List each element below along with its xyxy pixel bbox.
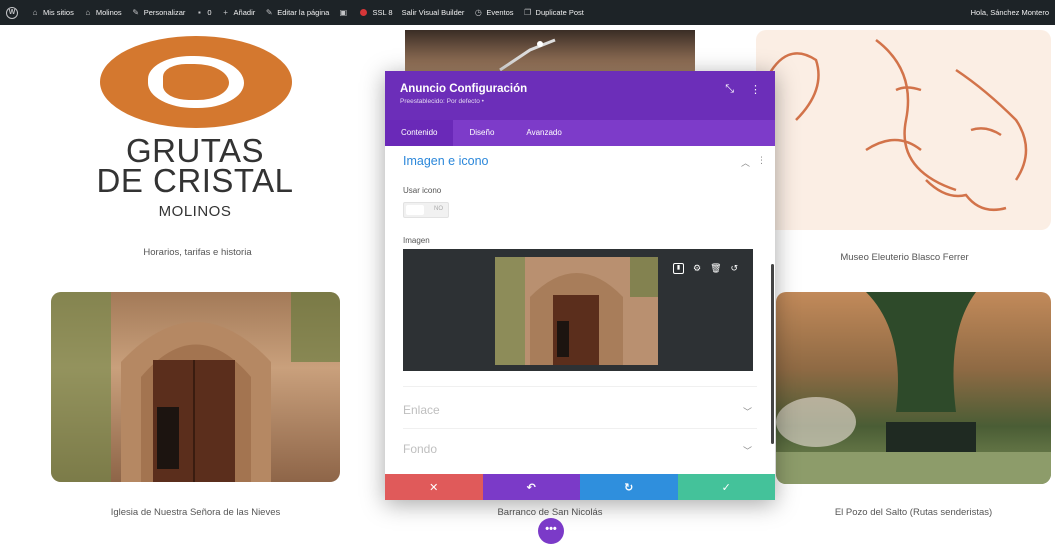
admin-user-greeting[interactable]: Hola, Sánchez Montero: [971, 0, 1049, 25]
sketch-face-drawing: [764, 39, 1028, 212]
modal-body: Imagen e icono ︿ ⋮ Usar icono NO Imagen …: [385, 146, 775, 476]
church-portal-drawing: [51, 292, 340, 482]
modal-header[interactable]: Anuncio Configuración Preestablecido: Po…: [385, 71, 775, 120]
expand-icon[interactable]: ⤡: [725, 83, 734, 96]
modal-tabs: Contenido Diseño Avanzado: [385, 120, 775, 146]
image-upload-area[interactable]: ▮ ⚙ 🗑 ↺: [403, 249, 753, 371]
admin-item-eventos[interactable]: ◷ Eventos: [473, 7, 514, 18]
cache-icon: ▣: [339, 7, 348, 17]
section-divider: [403, 428, 757, 429]
redo-button[interactable]: ↻: [580, 474, 678, 500]
caption-iglesia[interactable]: Iglesia de Nuestra Señora de las Nieves: [51, 507, 340, 518]
logo-text-line3: MOLINOS: [158, 203, 232, 220]
calendar-icon: ◷: [474, 7, 482, 17]
tab-diseno[interactable]: Diseño: [453, 120, 510, 146]
home-icon: ⌂: [85, 7, 91, 17]
pencil-icon: ✎: [265, 7, 273, 17]
plus-icon: +: [223, 7, 228, 17]
modal-scrollbar[interactable]: [771, 264, 774, 444]
image-preview[interactable]: [495, 257, 658, 365]
comment-icon: ▪: [197, 7, 201, 17]
module-settings-modal: Anuncio Configuración Preestablecido: Po…: [385, 71, 775, 500]
section-fondo-title[interactable]: Fondo: [403, 442, 437, 456]
reset-undo-icon[interactable]: ↺: [731, 263, 739, 274]
waterfall-drawing: [776, 292, 1051, 484]
caption-museo[interactable]: Museo Eleuterio Blasco Ferrer: [772, 252, 1037, 263]
admin-item-comments[interactable]: ▪ 0: [194, 7, 212, 18]
save-button[interactable]: ✓: [677, 474, 775, 500]
tab-avanzado[interactable]: Avanzado: [510, 120, 577, 146]
image-label: Imagen: [403, 236, 430, 245]
admin-item-molinos[interactable]: ⌂ Molinos: [83, 7, 121, 18]
discard-button[interactable]: ✕: [385, 474, 483, 500]
admin-item-duplicate[interactable]: ❐ Duplicate Post: [523, 8, 584, 18]
redo-icon: ↻: [624, 481, 634, 494]
wp-logo-menu[interactable]: W: [6, 6, 21, 19]
admin-item-exit-builder[interactable]: Salir Visual Builder: [402, 8, 465, 17]
chevron-down-icon[interactable]: ﹀: [743, 444, 752, 457]
wp-admin-bar: W ⌂ Mis sitios ⌂ Molinos ✎ Personalizar ▪ 0 …: [0, 0, 1055, 25]
wordpress-icon: W: [6, 6, 18, 19]
admin-item-personalizar[interactable]: ✎ Personalizar: [131, 7, 185, 18]
admin-item-edit-page[interactable]: ✎ Editar la página: [264, 8, 329, 18]
section-divider: [403, 386, 757, 387]
settings-gear-icon[interactable]: ⚙: [693, 263, 701, 274]
caption-horarios[interactable]: Horarios, tarifas e historia: [60, 247, 335, 258]
admin-item-cache[interactable]: ▣: [338, 8, 351, 18]
image-church-door[interactable]: [51, 292, 340, 482]
caption-pozo[interactable]: El Pozo del Salto (Rutas senderistas): [776, 507, 1051, 518]
status-dot-icon: [360, 9, 368, 16]
section-enlace-title[interactable]: Enlace: [403, 403, 440, 417]
replace-image-icon[interactable]: ▮: [673, 263, 684, 274]
toggle-knob: [406, 205, 424, 215]
image-pozo-del-salto[interactable]: [776, 292, 1051, 484]
undo-button[interactable]: ↶: [482, 474, 580, 500]
delete-trash-icon[interactable]: 🗑: [710, 263, 721, 274]
check-icon: ✓: [721, 481, 731, 494]
modal-preset[interactable]: Preestablecido: Por defecto •: [400, 98, 760, 105]
use-icon-label: Usar icono: [403, 186, 442, 195]
undo-icon: ↶: [526, 481, 536, 494]
modal-footer: ✕ ↶ ↻ ✓: [385, 474, 775, 500]
chevron-down-icon[interactable]: ﹀: [743, 405, 752, 418]
admin-item-ssl[interactable]: SSL 8: [360, 8, 393, 17]
brush-icon: ✎: [132, 7, 140, 17]
preview-church-door: [495, 257, 658, 365]
logo-text-line2: DE CRISTAL: [96, 162, 294, 199]
logo-crystal-shape: [163, 64, 229, 100]
toggle-value: NO: [434, 206, 443, 212]
image-museum-sketch[interactable]: [756, 30, 1051, 230]
tab-contenido[interactable]: Contenido: [385, 120, 454, 146]
sites-icon: ⌂: [32, 7, 38, 17]
admin-item-mis-sitios[interactable]: ⌂ Mis sitios: [30, 8, 74, 18]
duplicate-icon: ❐: [523, 7, 532, 17]
close-icon: ✕: [429, 481, 439, 494]
more-vertical-icon[interactable]: ⋮: [750, 83, 761, 96]
use-icon-toggle[interactable]: NO: [403, 202, 449, 218]
modal-title: Anuncio Configuración: [400, 83, 528, 95]
caption-barranco[interactable]: Barranco de San Nicolás: [415, 507, 685, 518]
section-menu-icon[interactable]: ⋮: [757, 155, 766, 166]
section-imagen-icono-title[interactable]: Imagen e icono: [403, 154, 488, 168]
chevron-up-icon[interactable]: ︿: [741, 156, 750, 169]
builder-more-button[interactable]: •••: [538, 518, 564, 544]
admin-item-add-new[interactable]: + Añadir: [221, 7, 255, 18]
